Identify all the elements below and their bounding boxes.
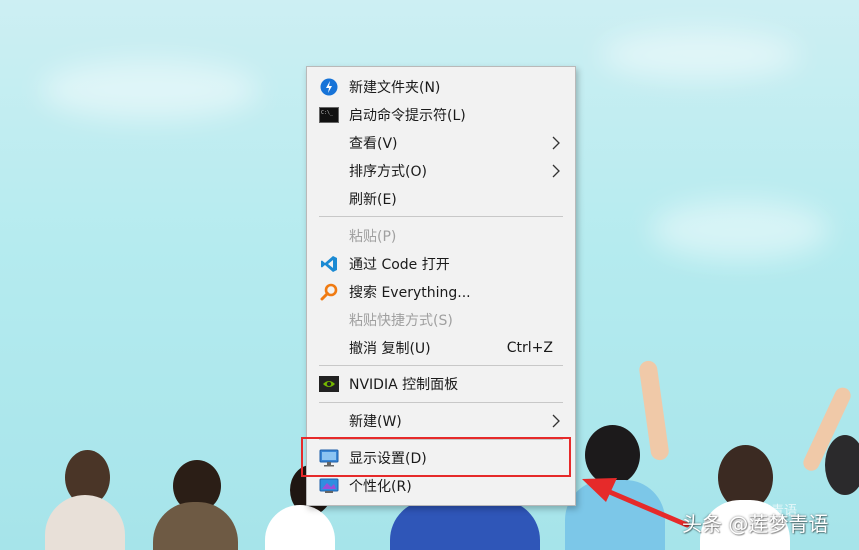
chevron-right-icon: [552, 164, 560, 178]
menu-item-view[interactable]: 查看(V): [307, 129, 575, 157]
menu-item-search-everything[interactable]: 搜索 Everything...: [307, 278, 575, 306]
menu-item-refresh[interactable]: 刷新(E): [307, 185, 575, 213]
menu-item-open-cmd[interactable]: C:\_ 启动命令提示符(L): [307, 101, 575, 129]
menu-item-paste: 粘贴(P): [349, 229, 397, 245]
vscode-icon: [319, 254, 339, 274]
person-1: [40, 450, 130, 550]
menu-separator: [319, 216, 563, 217]
menu-item-new[interactable]: 新建(W): [307, 407, 575, 435]
watermark: 头条 @莲梦青语: [682, 512, 829, 536]
menu-item-paste-shortcut: 粘贴快捷方式(S): [349, 313, 453, 329]
annotation-arrow: [582, 478, 690, 528]
nvidia-icon: [319, 374, 339, 394]
magnifier-icon: [319, 282, 339, 302]
svg-text:C:\_: C:\_: [321, 110, 334, 116]
chevron-right-icon: [552, 414, 560, 428]
menu-item-new-folder[interactable]: 新建文件夹(N): [307, 73, 575, 101]
terminal-icon: C:\_: [319, 105, 339, 125]
person-2: [145, 460, 245, 550]
menu-separator: [319, 402, 563, 403]
menu-item-nvidia-control-panel[interactable]: NVIDIA 控制面板: [307, 370, 575, 398]
menu-item-open-with-code[interactable]: 通过 Code 打开: [307, 250, 575, 278]
highlight-box: [301, 437, 571, 477]
menu-separator: [319, 365, 563, 366]
menu-item-sort-by[interactable]: 排序方式(O): [307, 157, 575, 185]
lightning-icon: [319, 77, 339, 97]
chevron-right-icon: [552, 136, 560, 150]
menu-item-undo-copy[interactable]: 撤消 复制(U) Ctrl+Z: [307, 334, 575, 362]
personalize-icon: [319, 476, 339, 496]
shortcut-label: Ctrl+Z: [506, 340, 553, 356]
